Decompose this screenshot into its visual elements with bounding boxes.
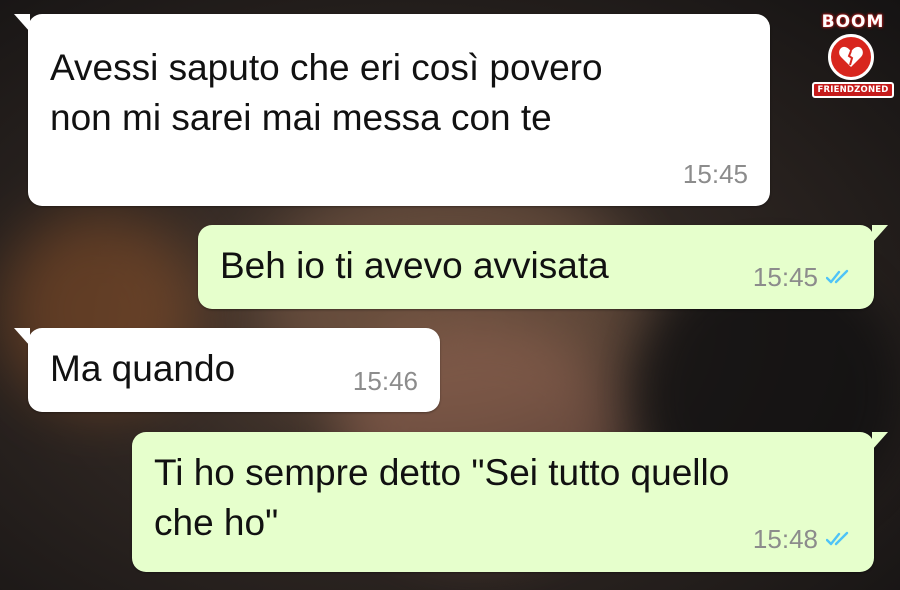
- bubble-tail: [872, 225, 888, 243]
- message-bubble-incoming[interactable]: Ma quando 15:46: [14, 328, 440, 412]
- timestamp-text: 15:46: [352, 366, 418, 396]
- message-text: non mi sarei mai messa con te: [50, 97, 552, 138]
- message-text: Avessi saputo che eri così povero: [50, 47, 603, 88]
- bubble-tail: [14, 328, 30, 346]
- message-timestamp: 15:46: [353, 366, 418, 396]
- message-timestamp: 15:48: [753, 524, 852, 554]
- message-timestamp: 15:45: [753, 262, 852, 292]
- bubble-tail: [872, 432, 888, 450]
- message-bubble-outgoing[interactable]: Beh io ti avevo avvisata 15:45: [198, 225, 888, 309]
- message-text: Ma quando: [50, 348, 236, 389]
- logo-title: BOOM: [821, 12, 885, 32]
- timestamp-text: 15:45: [682, 159, 748, 189]
- timestamp-text: 15:45: [752, 262, 818, 292]
- message-timestamp: 15:45: [683, 159, 748, 189]
- read-double-check-icon: [826, 531, 849, 546]
- logo-banner: FRIENDZONED: [812, 82, 894, 98]
- message-text: che ho": [154, 502, 279, 543]
- timestamp-text: 15:48: [752, 524, 818, 554]
- boom-friendzoned-logo: BOOM FRIENDZONED: [812, 12, 894, 100]
- message-text: Ti ho sempre detto "Sei tutto quello: [154, 452, 730, 493]
- broken-heart-shape: [839, 46, 863, 67]
- read-double-check-icon: [826, 269, 849, 284]
- message-text: Beh io ti avevo avvisata: [220, 245, 609, 286]
- bubble-tail: [14, 14, 30, 32]
- message-bubble-outgoing[interactable]: Ti ho sempre detto "Sei tutto quello che…: [132, 432, 888, 572]
- message-bubble-incoming[interactable]: Avessi saputo che eri così povero non mi…: [14, 14, 770, 206]
- broken-heart-icon: [828, 34, 874, 80]
